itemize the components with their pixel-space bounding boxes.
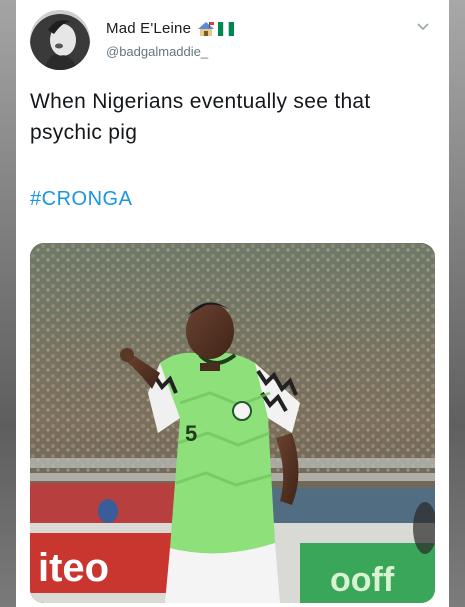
tweet-header: Mad E'Leine @badgalmaddie_ (30, 10, 435, 74)
name-row: Mad E'Leine (106, 20, 235, 37)
chevron-down-icon[interactable] (415, 18, 431, 34)
avatar[interactable] (30, 10, 90, 70)
ad-board-text-left: iteo (38, 546, 109, 590)
tweet-media-photo[interactable]: iteo ooff 5 (30, 243, 435, 603)
name-emojis (197, 21, 235, 37)
right-blurred-edge (449, 0, 465, 607)
house-with-flag-emoji (198, 21, 215, 36)
tweet-text: When Nigerians eventually see that psych… (30, 90, 371, 144)
user-handle[interactable]: @badgalmaddie_ (106, 44, 208, 59)
jersey-number: 5 (185, 421, 197, 446)
left-blurred-edge (0, 0, 16, 607)
display-name[interactable]: Mad E'Leine (106, 20, 191, 37)
ad-board-text-right: ooff (330, 561, 395, 599)
tweet-card[interactable]: Mad E'Leine @badgalmaddie_ When Nigerian… (16, 0, 449, 607)
nigeria-flag-emoji (218, 21, 235, 36)
hashtag-link[interactable]: #CRONGA (30, 188, 132, 211)
